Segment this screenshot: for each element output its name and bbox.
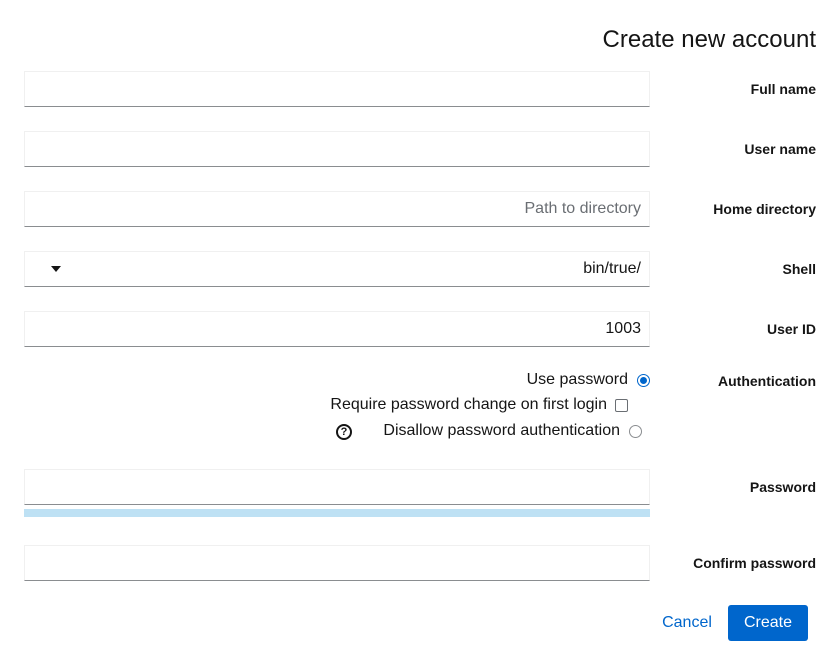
home-directory-input[interactable] bbox=[24, 191, 650, 227]
password-input[interactable] bbox=[24, 469, 650, 505]
user-id-input[interactable] bbox=[24, 311, 650, 347]
use-password-radio[interactable] bbox=[637, 373, 650, 387]
disallow-password-radio[interactable] bbox=[629, 424, 642, 438]
use-password-text: Use password bbox=[526, 371, 628, 388]
require-change-checkbox[interactable] bbox=[615, 398, 628, 412]
question-circle-icon[interactable]: ? bbox=[336, 424, 352, 440]
user-name-input[interactable] bbox=[24, 131, 650, 167]
user-name-label: User name bbox=[744, 141, 816, 157]
shell-select[interactable]: bin/true/ bbox=[24, 251, 650, 287]
caret-down-icon bbox=[51, 266, 61, 272]
password-strength-fill bbox=[24, 509, 650, 517]
dialog-title: Create new account bbox=[602, 26, 816, 53]
confirm-password-input[interactable] bbox=[24, 545, 650, 581]
full-name-input[interactable] bbox=[24, 71, 650, 107]
disallow-password-text: Disallow password authentication bbox=[383, 422, 620, 439]
shell-value: bin/true/ bbox=[583, 260, 641, 277]
authentication-label: Authentication bbox=[718, 373, 816, 389]
confirm-password-label: Confirm password bbox=[693, 555, 816, 571]
create-account-dialog: Create new account Full name User name H… bbox=[0, 0, 840, 664]
full-name-label: Full name bbox=[750, 81, 816, 97]
password-strength-meter bbox=[24, 509, 650, 517]
shell-label: Shell bbox=[782, 261, 816, 277]
require-change-text: Require password change on first login bbox=[330, 396, 607, 413]
use-password-option[interactable]: Use password bbox=[527, 371, 650, 389]
password-label: Password bbox=[749, 479, 816, 495]
disallow-password-option[interactable]: Disallow password authentication bbox=[383, 422, 642, 440]
user-id-label: User ID bbox=[766, 321, 816, 337]
create-button[interactable]: Create bbox=[728, 605, 808, 641]
cancel-button[interactable]: Cancel bbox=[652, 605, 722, 641]
home-directory-label: Home directory bbox=[713, 201, 816, 217]
require-change-option[interactable]: Require password change on first login bbox=[330, 396, 628, 414]
